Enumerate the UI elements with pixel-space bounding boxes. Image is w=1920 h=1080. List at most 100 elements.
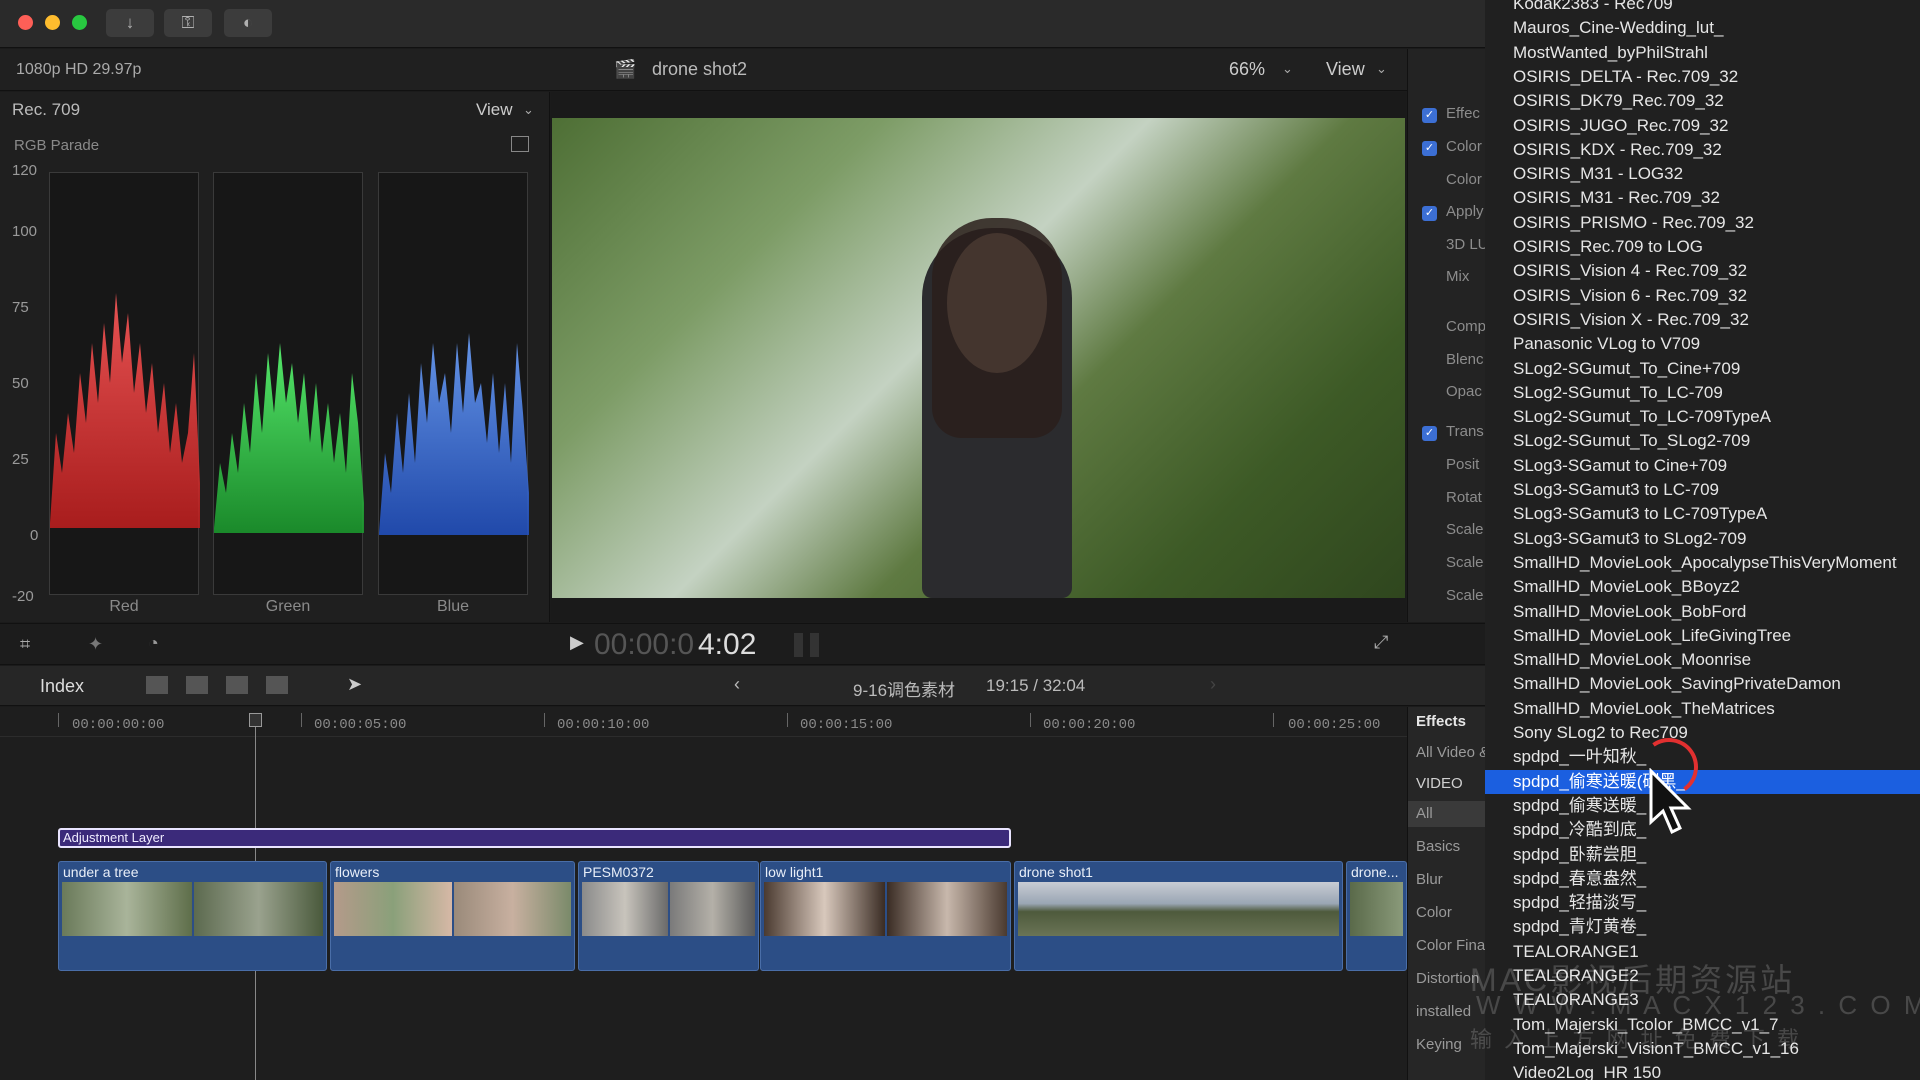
scope-view-dropdown[interactable]: View <box>476 100 513 120</box>
lut-item[interactable]: spdpd_青灯黄卷_ <box>1485 915 1920 939</box>
inspector-row: Color <box>1446 171 1482 188</box>
scope-settings-icon[interactable] <box>511 136 529 152</box>
lut-item[interactable]: OSIRIS_Vision 6 - Rec.709_32 <box>1485 284 1920 308</box>
adjustment-layer-clip[interactable]: Adjustment Layer <box>58 828 1011 848</box>
clapper-icon: 🎬 <box>614 59 637 79</box>
lut-item[interactable]: spdpd_偷寒送暖_ <box>1485 794 1920 818</box>
lut-item[interactable]: SmallHD_MovieLook_Moonrise <box>1485 648 1920 672</box>
lut-item[interactable]: SLog2-SGumut_To_SLog2-709 <box>1485 429 1920 453</box>
effects-category[interactable]: Color <box>1416 904 1452 921</box>
lut-item[interactable]: OSIRIS_Vision X - Rec.709_32 <box>1485 308 1920 332</box>
timeline-ruler[interactable]: 00:00:00:00 00:00:05:00 00:00:10:00 00:0… <box>0 707 1407 737</box>
ruler-tick <box>1273 713 1274 727</box>
lut-item[interactable]: Video2Log_HR 150 <box>1485 1061 1920 1080</box>
import-button[interactable]: ↓ <box>106 9 154 37</box>
lut-item[interactable]: Mauros_Cine-Wedding_lut_ <box>1485 16 1920 40</box>
video-frame[interactable] <box>552 118 1405 598</box>
speed-icon[interactable]: ◔ <box>148 633 159 654</box>
checkbox[interactable]: ✓ <box>1422 141 1437 156</box>
timeline-clip[interactable]: flowers <box>330 861 575 971</box>
play-icon[interactable]: ▶ <box>570 632 584 653</box>
lut-item[interactable]: MostWanted_byPhilStrahl <box>1485 41 1920 65</box>
timeline-clip[interactable]: drone... <box>1346 861 1407 971</box>
lut-item[interactable]: spdpd_轻描淡写_ <box>1485 891 1920 915</box>
timeline[interactable]: 00:00:00:00 00:00:05:00 00:00:10:00 00:0… <box>0 707 1407 1080</box>
lut-item[interactable]: spdpd_冷酷到底_ <box>1485 818 1920 842</box>
effects-category[interactable]: Blur <box>1416 871 1443 888</box>
checkbox[interactable]: ✓ <box>1422 426 1437 441</box>
timeline-clip[interactable]: drone shot1 <box>1014 861 1343 971</box>
playhead-handle[interactable] <box>249 713 262 727</box>
watermark-line: 输 入 上 方 网 址 免 费 下 载 <box>1470 1027 1803 1052</box>
lut-item[interactable]: SmallHD_MovieLook_BBoyz2 <box>1485 575 1920 599</box>
minimize-window-button[interactable] <box>45 15 60 30</box>
checkbox[interactable]: ✓ <box>1422 206 1437 221</box>
lut-item[interactable]: OSIRIS_Rec.709 to LOG <box>1485 235 1920 259</box>
inspector-row: Apply <box>1446 203 1484 220</box>
timeline-clip[interactable]: under a tree <box>58 861 327 971</box>
lut-item[interactable]: SLog2-SGumut_To_LC-709 <box>1485 381 1920 405</box>
enhance-icon[interactable]: ✦ <box>88 634 103 655</box>
lut-item[interactable]: SLog2-SGumut_To_LC-709TypeA <box>1485 405 1920 429</box>
lut-item[interactable]: spdpd_春意盎然_ <box>1485 867 1920 891</box>
lut-item[interactable]: SLog3-SGamut3 to LC-709TypeA <box>1485 502 1920 526</box>
overwrite-clip-icon[interactable] <box>266 676 288 694</box>
lut-item[interactable]: SLog3-SGamut to Cine+709 <box>1485 454 1920 478</box>
clip-name: under a tree <box>63 864 139 880</box>
clip-thumbnail <box>582 882 668 936</box>
lut-item[interactable]: SmallHD_MovieLook_SavingPrivateDamon <box>1485 672 1920 696</box>
video-scopes-panel: Rec. 709 View ⌄ RGB Parade 120 100 75 50… <box>0 92 550 622</box>
forward-arrow-icon[interactable]: › <box>1210 674 1216 695</box>
y-tick: 50 <box>12 375 29 392</box>
effects-category[interactable]: All Video & <box>1416 744 1489 761</box>
insert-clip-icon[interactable] <box>186 676 208 694</box>
lut-item-selected[interactable]: spdpd_偷寒送暖(碳黑_ <box>1485 769 1920 794</box>
zoom-dropdown[interactable]: 66% <box>1229 59 1265 80</box>
lut-item[interactable]: SLog2-SGumut_To_Cine+709 <box>1485 357 1920 381</box>
lut-item[interactable]: OSIRIS_PRISMO - Rec.709_32 <box>1485 211 1920 235</box>
timeline-clip[interactable]: low light1 <box>760 861 1011 971</box>
lut-item[interactable]: spdpd_一叶知秋_ <box>1485 745 1920 769</box>
fullscreen-icon[interactable]: ⤢ <box>1374 632 1388 653</box>
effects-category[interactable]: Basics <box>1416 838 1460 855</box>
lut-item[interactable]: SLog3-SGamut3 to LC-709 <box>1485 478 1920 502</box>
inspector-row: Trans <box>1446 423 1484 440</box>
keywords-button[interactable]: ⚿ <box>164 9 212 37</box>
lut-item[interactable]: SmallHD_MovieLook_TheMatrices <box>1485 697 1920 721</box>
lut-item[interactable]: OSIRIS_DELTA - Rec.709_32 <box>1485 65 1920 89</box>
lut-item[interactable]: SmallHD_MovieLook_BobFord <box>1485 600 1920 624</box>
back-arrow-icon[interactable]: ‹ <box>734 674 740 695</box>
lut-item[interactable]: OSIRIS_KDX - Rec.709_32 <box>1485 138 1920 162</box>
lut-item[interactable]: OSIRIS_M31 - Rec.709_32 <box>1485 186 1920 210</box>
select-tool-icon[interactable]: ➤ <box>347 674 362 695</box>
lut-item[interactable]: Sony SLog2 to Rec709 <box>1485 721 1920 745</box>
view-dropdown[interactable]: View <box>1326 59 1365 80</box>
inspector-row: 3D LU <box>1446 236 1489 253</box>
checkbox[interactable]: ✓ <box>1422 108 1437 123</box>
lut-item[interactable]: OSIRIS_DK79_Rec.709_32 <box>1485 89 1920 113</box>
append-clip-icon[interactable] <box>226 676 248 694</box>
connect-clip-icon[interactable] <box>146 676 168 694</box>
lut-item[interactable]: SLog3-SGamut3 to SLog2-709 <box>1485 527 1920 551</box>
zoom-window-button[interactable] <box>72 15 87 30</box>
index-button[interactable]: Index <box>40 676 84 697</box>
lut-item[interactable]: Panasonic VLog to V709 <box>1485 332 1920 356</box>
effects-category[interactable]: installed <box>1416 1003 1471 1020</box>
scope-type-label: RGB Parade <box>14 137 100 154</box>
lut-item[interactable]: SmallHD_MovieLook_LifeGivingTree <box>1485 624 1920 648</box>
effects-category[interactable]: All <box>1416 805 1433 822</box>
lut-item[interactable]: OSIRIS_M31 - LOG32 <box>1485 162 1920 186</box>
lut-item[interactable]: OSIRIS_Vision 4 - Rec.709_32 <box>1485 259 1920 283</box>
lut-item[interactable]: OSIRIS_JUGO_Rec.709_32 <box>1485 114 1920 138</box>
lut-dropdown-menu[interactable]: Kodak2383 - Rec709 Mauros_Cine-Wedding_lu… <box>1485 0 1920 1080</box>
effects-category[interactable]: Keying <box>1416 1036 1462 1053</box>
viewer-info-bar: 1080p HD 29.97p 🎬 drone shot2 66% ⌄ View… <box>0 49 1485 91</box>
lut-item[interactable]: spdpd_卧薪尝胆_ <box>1485 843 1920 867</box>
lut-item[interactable]: SmallHD_MovieLook_ApocalypseThisVeryMome… <box>1485 551 1920 575</box>
timeline-clip[interactable]: PESM0372 <box>578 861 759 971</box>
effects-category[interactable]: Color Fina <box>1416 937 1485 954</box>
background-tasks-button[interactable]: ◐ <box>224 9 272 37</box>
crop-icon[interactable]: ⌗ <box>20 634 30 655</box>
lut-item[interactable]: Kodak2383 - Rec709 <box>1485 0 1920 16</box>
close-window-button[interactable] <box>18 15 33 30</box>
